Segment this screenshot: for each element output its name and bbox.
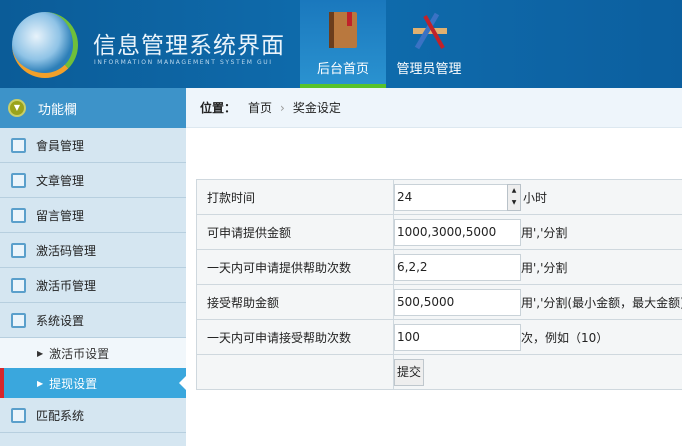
sidebar-item-messages[interactable]: 留言管理 <box>0 198 186 233</box>
sidebar-subitem-coin-settings[interactable]: ▶ 激活币设置 <box>0 338 186 368</box>
breadcrumb-prefix: 位置： <box>200 101 237 115</box>
sidebar-subitem-label: 激活币设置 <box>49 346 110 361</box>
field-note: 用','分割 <box>521 260 568 275</box>
sidebar-item-members[interactable]: 會員管理 <box>0 128 186 163</box>
sidebar-item-system-settings[interactable]: 系统设置 <box>0 303 186 338</box>
payment-time-input[interactable]: 24 <box>394 183 521 211</box>
form-row: 可申请提供金额 1000,3000,5000 用','分割 <box>196 214 682 250</box>
form-row: 一天内可申请接受帮助次数 100 次，例如（10） <box>196 319 682 355</box>
sidebar-subitem-withdraw-settings[interactable]: ▶ 提现设置 <box>0 368 186 398</box>
edit-icon <box>11 207 26 223</box>
sidebar-item-matching[interactable]: 匹配系统 <box>0 398 186 433</box>
provide-amount-input[interactable]: 1000,3000,5000 <box>394 218 521 246</box>
app-title: 信息管理系统界面 <box>93 33 285 59</box>
sidebar-item-label: 匹配系统 <box>36 408 85 423</box>
field-note: 次，例如（10） <box>521 330 609 345</box>
sidebar-item-label: 激活码管理 <box>36 243 97 258</box>
app-subtitle: INFORMATION MANAGEMENT SYSTEM GUI <box>94 59 273 66</box>
calendar-icon <box>11 277 26 293</box>
spinner-arrows-icon[interactable]: ▲ ▼ <box>507 183 521 211</box>
sidebar-item-articles[interactable]: 文章管理 <box>0 163 186 198</box>
receive-count-input[interactable]: 100 <box>394 323 521 351</box>
field-note: 小时 <box>523 190 548 205</box>
tools-icon <box>413 12 447 50</box>
form-row: 打款时间 24 ▲ ▼ 小时 <box>196 179 682 215</box>
sidebar-subitem-label: 提现设置 <box>49 376 98 391</box>
submit-button[interactable]: 提交 <box>394 358 425 386</box>
tab-admin[interactable]: 管理员管理 <box>386 0 472 88</box>
sidebar-title: 功能欄 <box>38 102 78 118</box>
breadcrumb-home[interactable]: 首页 <box>248 99 272 116</box>
field-label: 一天内可申请提供帮助次数 <box>196 249 394 285</box>
receive-amount-input[interactable]: 500,5000 <box>394 288 521 316</box>
field-label: 打款时间 <box>196 179 394 215</box>
field-note: 用','分割 <box>521 225 568 240</box>
caret-right-icon: ▶ <box>37 348 44 358</box>
calendar-icon <box>11 407 26 423</box>
field-label: 可申请提供金额 <box>196 214 394 250</box>
sidebar: 會員管理 文章管理 留言管理 激活码管理 激活币管理 系统设置 ▶ 激活币设置 ▶… <box>0 128 186 446</box>
provide-count-input[interactable]: 6,2,2 <box>394 253 521 281</box>
sidebar-item-label: 會員管理 <box>36 138 85 153</box>
sidebar-item-label: 激活币管理 <box>36 278 97 293</box>
caret-right-icon: ▶ <box>37 378 44 388</box>
calendar-icon <box>11 312 26 328</box>
field-label: 一天内可申请接受帮助次数 <box>196 319 394 355</box>
settings-form: 打款时间 24 ▲ ▼ 小时 可申请提供金额 1000,3000,5000 用','分割 一… <box>196 179 682 390</box>
sidebar-item-label: 文章管理 <box>36 173 85 188</box>
sidebar-header[interactable]: ▼ 功能欄 <box>0 88 186 128</box>
form-row: 提交 <box>196 354 682 390</box>
sidebar-item-activation-coins[interactable]: 激活币管理 <box>0 268 186 303</box>
chevron-down-icon: ▼ <box>8 99 26 117</box>
list-icon <box>11 137 26 153</box>
book-icon <box>329 12 357 48</box>
form-row: 一天内可申请提供帮助次数 6,2,2 用','分割 <box>196 249 682 285</box>
empty-cell <box>196 354 394 390</box>
header: 信息管理系统界面 INFORMATION MANAGEMENT SYSTEM G… <box>0 0 682 88</box>
sidebar-item-label: 留言管理 <box>36 208 85 223</box>
logo-globe-icon <box>12 12 78 78</box>
field-note: 用','分割(最小金额，最大金额) <box>521 295 682 310</box>
breadcrumb-separator-icon: › <box>280 100 285 115</box>
tab-home[interactable]: 后台首页 <box>300 0 386 88</box>
form-row: 接受帮助金额 500,5000 用','分割(最小金额，最大金额) <box>196 284 682 320</box>
field-label: 接受帮助金额 <box>196 284 394 320</box>
breadcrumb: 位置： 首页 › 奖金设定 <box>186 88 682 128</box>
tab-admin-label: 管理员管理 <box>396 62 462 77</box>
sidebar-item-activation-codes[interactable]: 激活码管理 <box>0 233 186 268</box>
tab-home-label: 后台首页 <box>316 62 369 77</box>
sidebar-item-label: 系统设置 <box>36 313 85 328</box>
calendar-icon <box>11 242 26 258</box>
edit-icon <box>11 172 26 188</box>
breadcrumb-current: 奖金设定 <box>292 101 341 115</box>
